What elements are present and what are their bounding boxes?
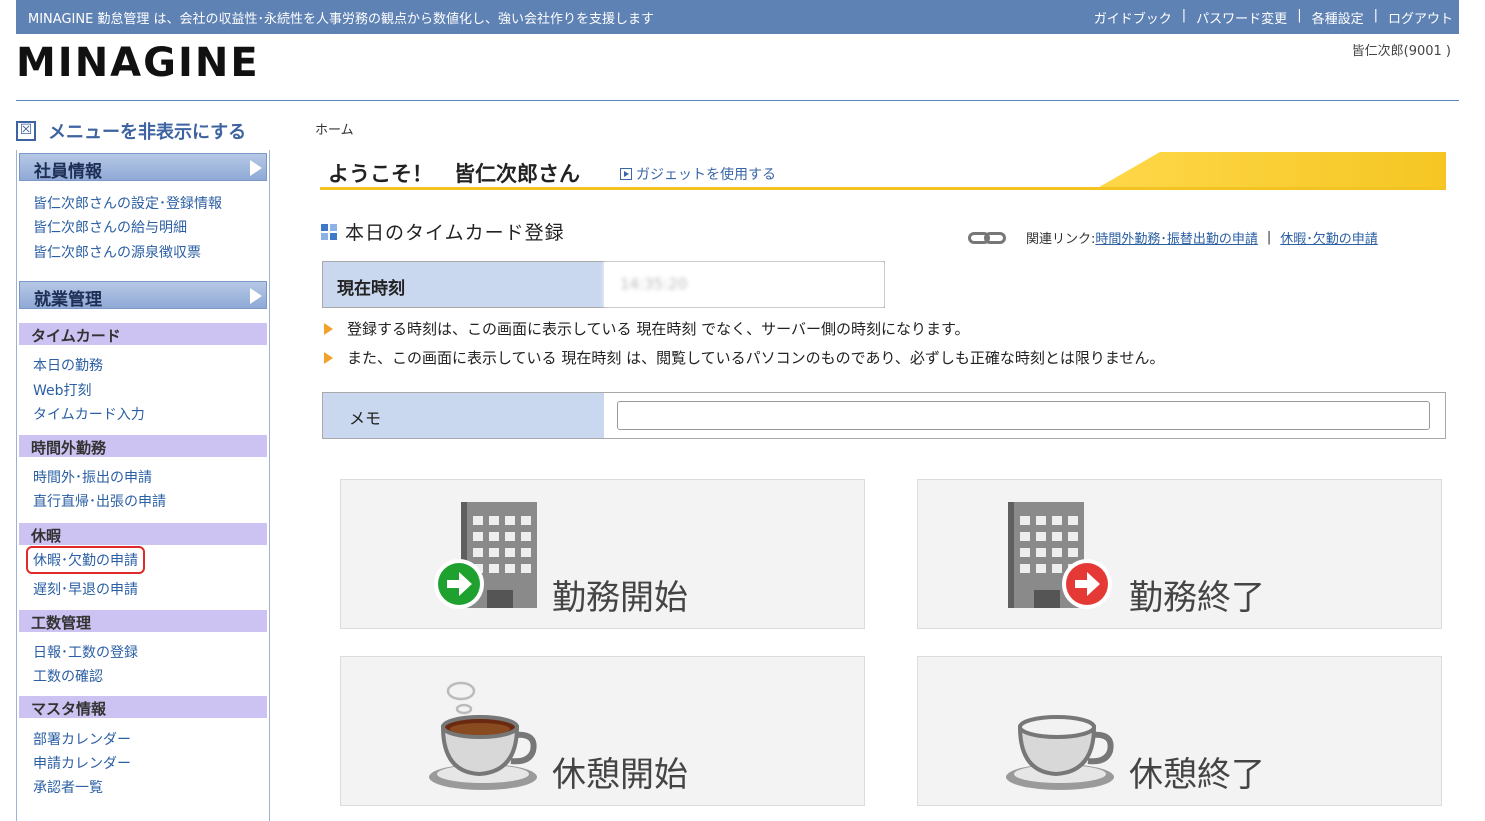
end-work-button[interactable]: 勤務終了 (917, 479, 1442, 629)
hide-menu-button[interactable]: ☒ メニューを非表示にする (16, 118, 246, 144)
related-link-overtime[interactable]: 時間外勤務･振替出勤の申請 (1095, 228, 1258, 247)
banner-decoration (1094, 152, 1446, 190)
note-item: 登録する時刻は、この画面に表示している 現在時刻 でなく、サーバー側の時刻になり… (324, 318, 1164, 339)
related-link-leave[interactable]: 休暇･欠勤の申請 (1280, 228, 1378, 247)
coffee-cup-icon (429, 681, 537, 790)
sidebar-item-timecard-input[interactable]: タイムカード入力 (33, 404, 145, 424)
start-break-label: 休憩開始 (552, 755, 688, 795)
welcome-banner: ようこそ！ 皆仁次郎さん ガジェットを使用する (320, 152, 1446, 192)
sidebar-item-direct-trip-request[interactable]: 直行直帰･出張の申請 (33, 491, 166, 511)
guidebook-link[interactable]: ガイドブック (1094, 8, 1172, 27)
note-item: また、この画面に表示している 現在時刻 は、閲覧しているパソコンのものであり、必… (324, 347, 1164, 368)
related-label: 関連リンク: (1026, 232, 1096, 247)
use-gadget-label: ガジェットを使用する (636, 167, 776, 183)
play-icon (620, 168, 632, 180)
section-title: 就業管理 (34, 290, 102, 310)
sidebar-item-my-settings[interactable]: 皆仁次郎さんの設定･登録情報 (33, 193, 222, 213)
sidebar-subhead-master: マスタ情報 (19, 696, 267, 718)
sidebar: 社員情報 皆仁次郎さんの設定･登録情報 皆仁次郎さんの給与明細 皆仁次郎さんの源… (16, 150, 270, 821)
welcome-title: ようこそ！ 皆仁次郎さん (328, 162, 580, 186)
note-text: また、この画面に表示している 現在時刻 は、閲覧しているパソコンのものであり、必… (347, 349, 1165, 367)
start-break-button[interactable]: 休憩開始 (340, 656, 865, 806)
start-work-button[interactable]: 勤務開始 (340, 479, 865, 629)
current-time-label: 現在時刻 (323, 262, 604, 307)
sidebar-item-today-work[interactable]: 本日の勤務 (33, 355, 103, 375)
end-break-label: 休憩終了 (1129, 755, 1265, 795)
section-heading: 本日のタイムカード登録 (321, 218, 565, 245)
separator: | (1297, 8, 1302, 23)
end-break-button[interactable]: 休憩終了 (917, 656, 1442, 806)
note-text: 登録する時刻は、この画面に表示している 現在時刻 でなく、サーバー側の時刻になり… (347, 320, 970, 338)
notes: 登録する時刻は、この画面に表示している 現在時刻 でなく、サーバー側の時刻になり… (324, 318, 1164, 376)
breadcrumb[interactable]: ホーム (315, 119, 354, 138)
sidebar-item-leave-request[interactable]: 休暇･欠勤の申請 (26, 546, 145, 574)
grid-icon (321, 223, 337, 240)
start-work-label: 勤務開始 (552, 578, 688, 618)
sidebar-item-dept-calendar[interactable]: 部署カレンダー (33, 729, 131, 749)
current-time-box: 現在時刻 14:35:20 (322, 261, 885, 308)
tagline: MINAGINE 勤怠管理 は、会社の収益性･永続性を人事労務の観点から数値化し… (28, 12, 655, 27)
top-links: ガイドブック | パスワード変更 | 各種設定 | ログアウト (1094, 8, 1453, 27)
password-change-link[interactable]: パスワード変更 (1196, 8, 1287, 27)
sidebar-item-web-stamp[interactable]: Web打刻 (33, 380, 92, 400)
sidebar-item-payslip[interactable]: 皆仁次郎さんの給与明細 (33, 217, 187, 237)
top-bar: MINAGINE 勤怠管理 は、会社の収益性･永続性を人事労務の観点から数値化し… (16, 0, 1459, 34)
separator: | (1373, 8, 1378, 23)
sidebar-subhead-manhours: 工数管理 (19, 610, 267, 632)
link-chain-icon (968, 231, 1006, 244)
sidebar-section-employee-info[interactable]: 社員情報 (19, 153, 267, 182)
arrow-right-icon (434, 559, 484, 609)
related-links: 関連リンク: 時間外勤務･振替出勤の申請 | 休暇･欠勤の申請 (968, 228, 1378, 247)
memo-field-wrap (604, 393, 1445, 438)
memo-input[interactable] (617, 401, 1430, 430)
current-time-value: 14:35:20 (604, 262, 884, 307)
sidebar-subhead-timecard: タイムカード (19, 323, 267, 345)
close-box-icon: ☒ (16, 121, 36, 141)
sidebar-item-late-early-request[interactable]: 遅刻･早退の申請 (33, 579, 138, 599)
logout-link[interactable]: ログアウト (1388, 8, 1453, 27)
use-gadget-link[interactable]: ガジェットを使用する (620, 164, 776, 184)
triangle-right-icon (250, 160, 262, 176)
sidebar-subhead-leave: 休暇 (19, 523, 267, 545)
logo[interactable]: MINAGINE (16, 40, 260, 86)
hide-menu-label: メニューを非表示にする (48, 122, 247, 143)
sidebar-section-work-management[interactable]: 就業管理 (19, 281, 267, 310)
memo-row: メモ (322, 392, 1446, 439)
sidebar-subhead-overtime: 時間外勤務 (19, 435, 267, 457)
section-title: 本日のタイムカード登録 (345, 222, 565, 244)
sidebar-item-daily-report[interactable]: 日報･工数の登録 (33, 642, 138, 662)
triangle-bullet-icon (324, 351, 333, 364)
sidebar-item-request-calendar[interactable]: 申請カレンダー (33, 753, 131, 773)
memo-label: メモ (323, 393, 604, 438)
settings-link[interactable]: 各種設定 (1312, 8, 1364, 27)
sidebar-item-withholding[interactable]: 皆仁次郎さんの源泉徴収票 (33, 242, 201, 262)
end-work-label: 勤務終了 (1129, 578, 1265, 618)
sidebar-item-manhours-check[interactable]: 工数の確認 (33, 666, 103, 686)
empty-cup-icon (1006, 715, 1114, 790)
triangle-bullet-icon (324, 322, 333, 335)
separator: | (1181, 8, 1187, 23)
section-title: 社員情報 (34, 162, 102, 182)
separator: | (1266, 230, 1272, 245)
sidebar-item-overtime-request[interactable]: 時間外･振出の申請 (33, 467, 152, 487)
triangle-right-icon (250, 288, 262, 304)
user-name: 皆仁次郎(9001 ) (1351, 44, 1451, 59)
divider (16, 100, 1459, 101)
arrow-right-icon (1062, 559, 1112, 609)
sidebar-item-approvers[interactable]: 承認者一覧 (33, 777, 103, 797)
